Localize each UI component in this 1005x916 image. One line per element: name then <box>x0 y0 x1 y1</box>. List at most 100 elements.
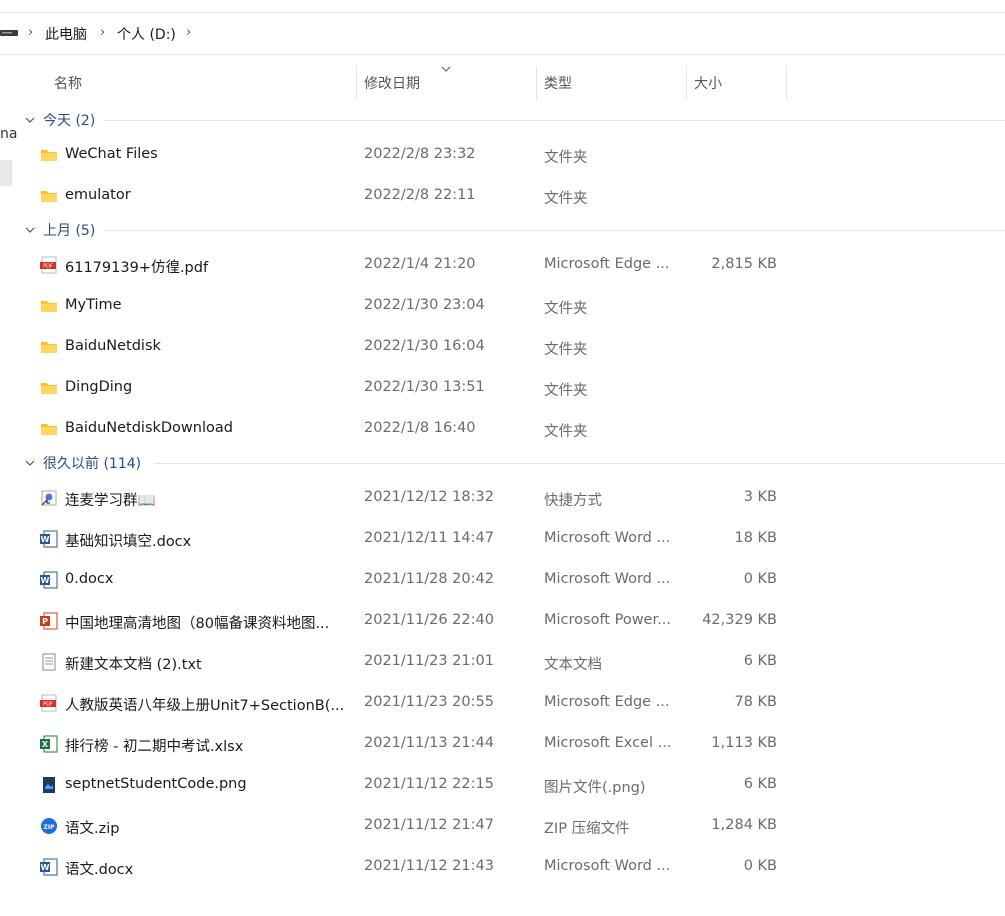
powerpoint-icon: P <box>40 612 58 630</box>
group-label: 今天 (2) <box>43 113 96 129</box>
file-type: 文件夹 <box>544 191 588 207</box>
zip-icon: ZIP <box>40 817 58 835</box>
folder-icon <box>40 338 58 356</box>
file-row[interactable]: W 基础知识填空.docx 2021/12/11 14:47 Microsoft Wo… <box>0 519 1005 560</box>
file-name: 人教版英语八年级上册Unit7+SectionB(... <box>65 698 345 714</box>
file-name: 语文.docx <box>65 862 134 878</box>
group-divider <box>104 230 1005 231</box>
file-row[interactable]: MyTime 2022/1/30 23:04 文件夹 <box>0 286 1005 327</box>
file-type: Microsoft Power... <box>544 612 671 628</box>
breadcrumb-separator-icon[interactable]: › <box>186 25 191 40</box>
svg-text:W: W <box>41 535 50 544</box>
svg-text:ZIP: ZIP <box>44 824 56 831</box>
file-name: 基础知识填空.docx <box>65 534 192 550</box>
column-header-name-label: 名称 <box>54 76 82 92</box>
file-name: DingDing <box>65 379 133 395</box>
file-row[interactable]: PDF 人教版英语八年级上册Unit7+SectionB(... 2021/11/2… <box>0 683 1005 724</box>
column-header-date[interactable]: 修改日期 <box>364 66 420 100</box>
file-modified-date: 2022/2/8 22:11 <box>364 187 476 203</box>
word-icon: W <box>40 858 58 876</box>
file-modified-date: 2021/11/12 21:43 <box>364 858 494 874</box>
file-modified-date: 2021/11/28 20:42 <box>364 571 494 587</box>
file-modified-date: 2021/12/12 18:32 <box>364 489 494 505</box>
file-row[interactable]: W 语文.docx 2021/11/12 21:43 Microsoft Word .… <box>0 847 1005 888</box>
svg-text:PDF: PDF <box>43 702 53 708</box>
file-type: ZIP 压缩文件 <box>544 821 630 837</box>
file-size: 42,329 KB <box>702 612 777 628</box>
excel-icon: X <box>40 735 58 753</box>
file-row[interactable]: ZIP 语文.zip 2021/11/12 21:47 ZIP 压缩文件 1,284 K… <box>0 806 1005 847</box>
file-size: 0 KB <box>743 858 777 874</box>
group-divider <box>154 463 1005 464</box>
file-name: BaiduNetdiskDownload <box>65 420 233 436</box>
svg-text:PDF: PDF <box>43 264 53 270</box>
breadcrumb-drive-d[interactable]: 个人 (D:) <box>117 24 176 44</box>
column-header-name[interactable]: 名称 <box>54 66 82 100</box>
group-header[interactable]: 很久以前 (114) <box>24 452 141 474</box>
file-name: 语文.zip <box>65 821 120 837</box>
file-modified-date: 2022/1/4 21:20 <box>364 256 476 272</box>
chevron-down-icon <box>25 117 35 123</box>
file-row[interactable]: X 排行榜 - 初二期中考试.xlsx 2021/11/13 21:44 Micros… <box>0 724 1005 765</box>
column-divider[interactable] <box>686 66 687 100</box>
file-row[interactable]: WeChat Files 2022/2/8 23:32 文件夹 <box>0 135 1005 176</box>
file-name: emulator <box>65 187 131 203</box>
file-name: 0.docx <box>65 571 114 587</box>
pdf-icon: PDF <box>40 694 58 712</box>
group-label: 很久以前 (114) <box>43 456 142 472</box>
file-row[interactable]: septnetStudentCode.png 2021/11/12 22:15 图片… <box>0 765 1005 806</box>
file-type: Microsoft Excel ... <box>544 735 672 751</box>
word-icon: W <box>40 530 58 548</box>
file-row[interactable]: P 中国地理高清地图（80幅备课资料地图... 2021/11/26 22:40 Mi… <box>0 601 1005 642</box>
svg-text:X: X <box>42 740 49 749</box>
address-bar[interactable]: › 此电脑 › 个人 (D:) › <box>0 13 1005 55</box>
drive-icon <box>0 30 18 36</box>
file-modified-date: 2022/1/8 16:40 <box>364 420 476 436</box>
file-type: 文件夹 <box>544 150 588 166</box>
column-divider[interactable] <box>536 66 537 100</box>
word-icon: W <box>40 571 58 589</box>
file-size: 6 KB <box>743 776 777 792</box>
svg-text:W: W <box>41 576 50 585</box>
column-header-type[interactable]: 类型 <box>544 66 572 100</box>
file-row[interactable]: PDF 61179139+仿徨.pdf 2022/1/4 21:20 Microsof… <box>0 245 1005 286</box>
file-size: 78 KB <box>734 694 777 710</box>
folder-icon <box>40 187 58 205</box>
shortcut-icon <box>40 489 58 507</box>
file-type: 文件夹 <box>544 342 588 358</box>
column-header-size[interactable]: 大小 <box>694 66 722 100</box>
svg-text:P: P <box>42 617 48 626</box>
breadcrumb-separator-icon[interactable]: › <box>28 25 33 40</box>
file-name: 排行榜 - 初二期中考试.xlsx <box>65 739 244 755</box>
file-row[interactable]: BaiduNetdiskDownload 2022/1/8 16:40 文件夹 <box>0 409 1005 450</box>
file-type: Microsoft Edge ... <box>544 256 670 272</box>
file-modified-date: 2022/1/30 23:04 <box>364 297 485 313</box>
folder-icon <box>40 146 58 164</box>
chevron-down-icon <box>25 227 35 233</box>
column-divider[interactable] <box>786 66 787 100</box>
file-type: 文件夹 <box>544 424 588 440</box>
file-row[interactable]: 新建文本文档 (2).txt 2021/11/23 21:01 文本文档 6 KB <box>0 642 1005 683</box>
file-row[interactable]: 连麦学习群📖 2021/12/12 18:32 快捷方式 3 KB <box>0 478 1005 519</box>
file-size: 3 KB <box>743 489 777 505</box>
group-label: 上月 (5) <box>43 223 96 239</box>
group-header[interactable]: 上月 (5) <box>24 219 95 241</box>
file-row[interactable]: DingDing 2022/1/30 13:51 文件夹 <box>0 368 1005 409</box>
file-size: 2,815 KB <box>711 256 777 272</box>
file-type: Microsoft Word ... <box>544 571 671 587</box>
file-modified-date: 2022/1/30 16:04 <box>364 338 485 354</box>
file-row[interactable]: W 0.docx 2021/11/28 20:42 Microsoft Word ..… <box>0 560 1005 601</box>
breadcrumb-this-pc[interactable]: 此电脑 <box>45 24 87 44</box>
file-type: 文件夹 <box>544 301 588 317</box>
group-header[interactable]: 今天 (2) <box>24 109 95 131</box>
column-divider[interactable] <box>356 66 357 100</box>
text-file-icon <box>40 653 58 671</box>
file-type: 文件夹 <box>544 383 588 399</box>
breadcrumb-separator-icon[interactable]: › <box>100 25 105 40</box>
file-row[interactable]: BaiduNetdisk 2022/1/30 16:04 文件夹 <box>0 327 1005 368</box>
file-type: 文本文档 <box>544 657 602 673</box>
file-size: 6 KB <box>743 653 777 669</box>
file-row[interactable]: emulator 2022/2/8 22:11 文件夹 <box>0 176 1005 217</box>
folder-icon <box>40 297 58 315</box>
pdf-icon: PDF <box>40 256 58 274</box>
